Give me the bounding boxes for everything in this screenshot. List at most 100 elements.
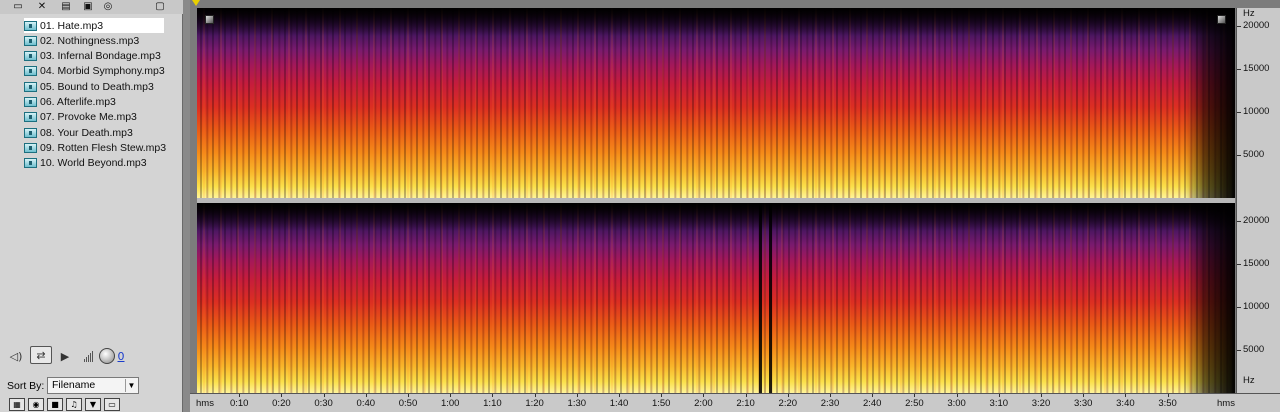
view-icon[interactable]: ▦ xyxy=(9,398,25,411)
frequency-tick xyxy=(1237,25,1241,27)
cd-extract-icon[interactable]: ▣ xyxy=(80,0,96,12)
file-list-item[interactable]: 10. World Beyond.mp3 xyxy=(24,156,164,171)
file-name: 02. Nothingness.mp3 xyxy=(40,34,140,47)
time-tick xyxy=(956,394,958,397)
file-name: 10. World Beyond.mp3 xyxy=(40,157,147,170)
speaker-icon[interactable]: ◁) xyxy=(8,346,24,366)
file-list-item[interactable]: 02. Nothingness.mp3 xyxy=(24,33,164,48)
volume-knob-wrap xyxy=(98,346,116,366)
time-tick xyxy=(703,394,705,397)
time-tick xyxy=(1125,394,1127,397)
frequency-ruler[interactable]: Hz 20000 15000 10000 5000 Hz 20000 15000 10000 50… xyxy=(1236,8,1280,393)
audio-file-icon xyxy=(24,35,37,46)
record-icon[interactable]: ◎ xyxy=(100,0,116,12)
time-tick xyxy=(1083,394,1085,397)
spectrum-top-fade xyxy=(197,203,1235,231)
frequency-tick xyxy=(1237,349,1241,351)
audio-file-icon xyxy=(24,97,37,107)
time-tick xyxy=(872,394,874,397)
time-tick-label: 2:50 xyxy=(905,398,924,409)
time-tick-label: 3:20 xyxy=(1031,398,1051,409)
audio-file-icon xyxy=(24,158,37,169)
stop-icon[interactable]: ■ xyxy=(47,398,63,411)
info-icon[interactable]: ◉ xyxy=(28,398,44,411)
time-tick-label: 2:00 xyxy=(694,398,713,409)
time-tick-label: 3:30 xyxy=(1073,398,1093,409)
audio-file-icon xyxy=(24,66,37,77)
chevron-down-icon[interactable]: ▼ xyxy=(125,379,137,392)
time-tick xyxy=(450,394,452,397)
spectrum-end-fade xyxy=(1185,203,1235,393)
frequency-tick-label: 10000 xyxy=(1243,105,1270,117)
frequency-tick-label: 5000 xyxy=(1243,148,1265,160)
channel-right-spectrum[interactable] xyxy=(197,203,1235,393)
frequency-unit-label: Hz xyxy=(1243,8,1255,19)
zoom-corner-left-icon[interactable] xyxy=(205,15,214,24)
spectral-display[interactable] xyxy=(197,8,1235,393)
time-tick xyxy=(914,394,916,397)
time-tick xyxy=(830,394,831,397)
spectrum-end-fade xyxy=(1185,8,1235,198)
media-icon[interactable]: ▭ xyxy=(104,398,120,411)
channel-left-spectrum[interactable] xyxy=(197,8,1235,198)
file-list-item[interactable]: 03. Infernal Bondage.mp3 xyxy=(24,49,164,64)
frequency-tick xyxy=(1237,154,1241,156)
time-tick xyxy=(492,394,494,397)
volume-knob-icon[interactable] xyxy=(99,348,115,364)
time-tick-label: 2:40 xyxy=(862,398,882,409)
file-list-item[interactable]: 09. Rotten Flesh Stew.mp3 xyxy=(24,140,167,155)
time-tick-label: 0:10 xyxy=(229,398,249,409)
spectrum-highlights xyxy=(197,8,1235,198)
frequency-tick xyxy=(1237,111,1241,113)
file-name: 05. Bound to Death.mp3 xyxy=(40,80,154,93)
open-folder-icon[interactable]: ▭ xyxy=(10,0,26,12)
audio-file-icon xyxy=(24,81,37,92)
file-name: 09. Rotten Flesh Stew.mp3 xyxy=(40,141,167,154)
insert-icon[interactable]: ♫ xyxy=(66,398,82,411)
frequency-tick-label: 20000 xyxy=(1243,19,1270,31)
volume-value[interactable]: 0 xyxy=(118,350,125,363)
time-tick xyxy=(239,394,241,397)
frequency-tick-label: 10000 xyxy=(1243,300,1270,312)
files-bottom-toolbar: ▦ ◉ ■ ♫ ▼ ▭ xyxy=(0,398,183,412)
file-name: 06. Afterlife.mp3 xyxy=(40,96,116,108)
batch-icon[interactable]: ▤ xyxy=(58,0,74,12)
playhead-marker[interactable] xyxy=(192,0,200,6)
time-tick xyxy=(281,394,283,397)
time-tick-label: 0:40 xyxy=(356,398,376,409)
time-tick-label: 1:50 xyxy=(651,398,671,409)
close-file-icon[interactable]: ✕ xyxy=(34,0,50,12)
frequency-unit-label: Hz xyxy=(1243,375,1255,386)
time-tick xyxy=(1041,394,1042,397)
time-unit-label-right: hms xyxy=(1217,398,1235,409)
frequency-tick-label: 15000 xyxy=(1243,62,1270,74)
play-icon[interactable]: ▶ xyxy=(60,346,70,366)
autoplay-icon[interactable]: ▢ xyxy=(152,0,168,12)
sort-by-select[interactable]: Filename ▼ xyxy=(47,377,139,394)
file-list-item[interactable]: 08. Your Death.mp3 xyxy=(24,125,164,140)
time-tick-label: 2:10 xyxy=(736,398,755,409)
time-tick xyxy=(661,394,663,397)
file-list-item[interactable]: 05. Bound to Death.mp3 xyxy=(24,79,164,94)
audio-file-icon xyxy=(24,112,37,123)
file-list-item[interactable]: 04. Morbid Symphony.mp3 xyxy=(24,64,165,79)
file-list-item[interactable]: 01. Hate.mp3 xyxy=(24,18,164,33)
loop-button[interactable]: ⇄ xyxy=(30,346,52,364)
file-list-item[interactable]: 06. Afterlife.mp3 xyxy=(24,95,164,110)
level-meter-icon xyxy=(80,346,96,366)
sort-row: Sort By: Filename ▼ xyxy=(0,376,183,396)
time-tick-label: 0:50 xyxy=(398,398,418,409)
audio-file-icon xyxy=(24,51,37,62)
spectrum-top-fade xyxy=(197,8,1235,36)
time-tick xyxy=(408,394,409,397)
file-list-item[interactable]: 07. Provoke Me.mp3 xyxy=(24,110,164,125)
zoom-corner-right-icon[interactable] xyxy=(1217,15,1226,24)
audio-file-icon xyxy=(24,20,37,31)
time-tick xyxy=(787,394,789,397)
filter-icon[interactable]: ▼ xyxy=(85,398,101,411)
frequency-tick-label: 5000 xyxy=(1243,343,1265,355)
time-tick xyxy=(534,394,536,397)
time-ruler[interactable]: hms 0:10 0:20 0:30 0:40 0:50 1:00 1:10 1:20 1:30 1… xyxy=(190,393,1280,412)
time-tick xyxy=(619,394,620,397)
time-tick-label: 3:50 xyxy=(1158,398,1177,409)
